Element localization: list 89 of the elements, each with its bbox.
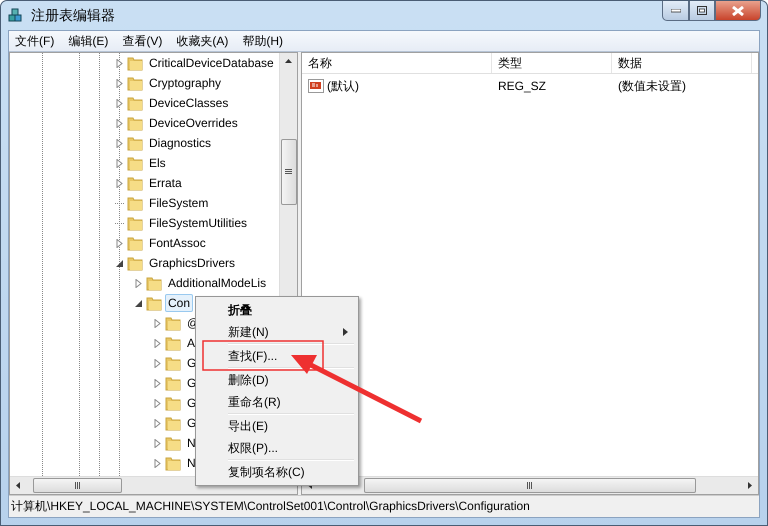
key-path: 计算机\HKEY_LOCAL_MACHINE\SYSTEM\ControlSet001\Control\GraphicsDrivers\Configuration bbox=[11, 498, 530, 515]
collapsed-triangle-icon[interactable] bbox=[115, 78, 124, 88]
collapsed-triangle-icon[interactable] bbox=[153, 458, 162, 468]
folder-icon bbox=[127, 195, 143, 211]
menu-item[interactable]: 编辑(E) bbox=[62, 32, 116, 50]
tree-item[interactable]: DeviceClasses bbox=[146, 94, 232, 112]
collapsed-triangle-icon[interactable] bbox=[153, 378, 162, 388]
tree-item[interactable]: FileSystemUtilities bbox=[146, 214, 250, 232]
folder-icon bbox=[127, 175, 143, 191]
folder-icon bbox=[165, 315, 181, 331]
folder-icon bbox=[127, 95, 143, 111]
minimize-button[interactable] bbox=[662, 1, 689, 21]
folder-icon bbox=[165, 355, 181, 371]
scroll-right-arrow-icon[interactable] bbox=[748, 482, 752, 489]
scroll-left-arrow-icon[interactable] bbox=[16, 482, 20, 489]
close-icon bbox=[732, 6, 744, 16]
folder-icon bbox=[127, 75, 143, 91]
collapsed-triangle-icon[interactable] bbox=[134, 278, 143, 288]
table-cell-text: REG_SZ bbox=[497, 79, 548, 93]
tree-item[interactable]: FontAssoc bbox=[146, 234, 209, 252]
collapsed-triangle-icon[interactable] bbox=[115, 158, 124, 168]
maximize-icon bbox=[697, 6, 707, 15]
collapsed-triangle-icon[interactable] bbox=[115, 178, 124, 188]
close-button[interactable] bbox=[715, 1, 761, 21]
menu-item[interactable]: 查看(V) bbox=[116, 32, 170, 50]
collapsed-triangle-icon[interactable] bbox=[153, 418, 162, 428]
collapsed-triangle-icon[interactable] bbox=[153, 438, 162, 448]
menu-item[interactable]: 收藏夹(A) bbox=[170, 32, 236, 50]
collapsed-triangle-icon[interactable] bbox=[115, 138, 124, 148]
window-title: 注册表编辑器 bbox=[31, 6, 116, 24]
scrollbar-thumb[interactable] bbox=[280, 139, 296, 205]
collapsed-triangle-icon[interactable] bbox=[115, 238, 124, 248]
menu-option[interactable]: 折叠 bbox=[198, 299, 356, 321]
folder-icon bbox=[127, 255, 143, 271]
tree-item[interactable]: Con bbox=[165, 294, 194, 312]
expanded-triangle-icon[interactable] bbox=[134, 298, 143, 308]
collapsed-triangle-icon[interactable] bbox=[153, 318, 162, 328]
scroll-up-arrow-icon[interactable] bbox=[285, 59, 292, 63]
tree-item[interactable]: Diagnostics bbox=[146, 134, 214, 152]
folder-icon bbox=[165, 375, 181, 391]
folder-icon bbox=[127, 235, 143, 251]
folder-icon bbox=[127, 155, 143, 171]
column-header[interactable]: 名称 bbox=[302, 53, 492, 73]
tree-item[interactable]: FileSystem bbox=[146, 194, 212, 212]
column-header[interactable]: 数据 bbox=[612, 53, 752, 73]
menu-option[interactable]: 删除(D) bbox=[198, 369, 356, 391]
table-cell-text: (数值未设置) bbox=[617, 78, 687, 94]
collapsed-triangle-icon[interactable] bbox=[153, 398, 162, 408]
menu-option[interactable]: 查找(F)... bbox=[198, 345, 356, 367]
menu-option[interactable]: 导出(E) bbox=[198, 415, 356, 437]
menu-option[interactable]: 新建(N) bbox=[198, 321, 356, 343]
collapsed-triangle-icon[interactable] bbox=[153, 338, 162, 348]
string-value-icon bbox=[308, 79, 324, 93]
maximize-button[interactable] bbox=[689, 1, 715, 21]
tree-item[interactable]: GraphicsDrivers bbox=[146, 254, 238, 272]
menu-item[interactable]: 文件(F) bbox=[9, 32, 62, 50]
folder-icon bbox=[146, 295, 162, 311]
folder-icon bbox=[127, 135, 143, 151]
column-header[interactable]: 类型 bbox=[492, 53, 612, 73]
folder-icon bbox=[165, 335, 181, 351]
collapsed-triangle-icon[interactable] bbox=[115, 98, 124, 108]
tree-item[interactable]: Errata bbox=[146, 174, 185, 192]
folder-icon bbox=[165, 415, 181, 431]
expanded-triangle-icon[interactable] bbox=[115, 258, 124, 268]
collapsed-triangle-icon[interactable] bbox=[115, 58, 124, 68]
menu-option[interactable]: 权限(P)... bbox=[198, 437, 356, 459]
tree-item[interactable]: Cryptography bbox=[146, 74, 224, 92]
horizontal-scrollbar[interactable] bbox=[302, 476, 758, 494]
table-cell: (默认) bbox=[327, 78, 359, 94]
scrollbar-thumb[interactable] bbox=[364, 478, 696, 493]
folder-icon bbox=[127, 115, 143, 131]
folder-icon bbox=[127, 55, 143, 71]
tree-item[interactable]: DeviceOverrides bbox=[146, 114, 241, 132]
tree-item[interactable]: AdditionalModeLis bbox=[165, 274, 270, 292]
folder-icon bbox=[146, 275, 162, 291]
minimize-icon bbox=[670, 8, 680, 12]
folder-icon bbox=[165, 395, 181, 411]
tree-item[interactable]: A bbox=[184, 334, 198, 352]
tree-item[interactable]: Els bbox=[146, 154, 169, 172]
menu-option[interactable]: 重命名(R) bbox=[198, 391, 356, 413]
folder-icon bbox=[127, 215, 143, 231]
folder-icon bbox=[165, 455, 181, 471]
menu-item[interactable]: 帮助(H) bbox=[236, 32, 291, 50]
collapsed-triangle-icon[interactable] bbox=[153, 358, 162, 368]
folder-icon bbox=[165, 435, 181, 451]
collapsed-triangle-icon[interactable] bbox=[115, 118, 124, 128]
scrollbar-thumb[interactable] bbox=[33, 478, 122, 493]
tree-item[interactable]: CriticalDeviceDatabase bbox=[146, 54, 277, 72]
menu-option[interactable]: 复制项名称(C) bbox=[198, 461, 356, 483]
